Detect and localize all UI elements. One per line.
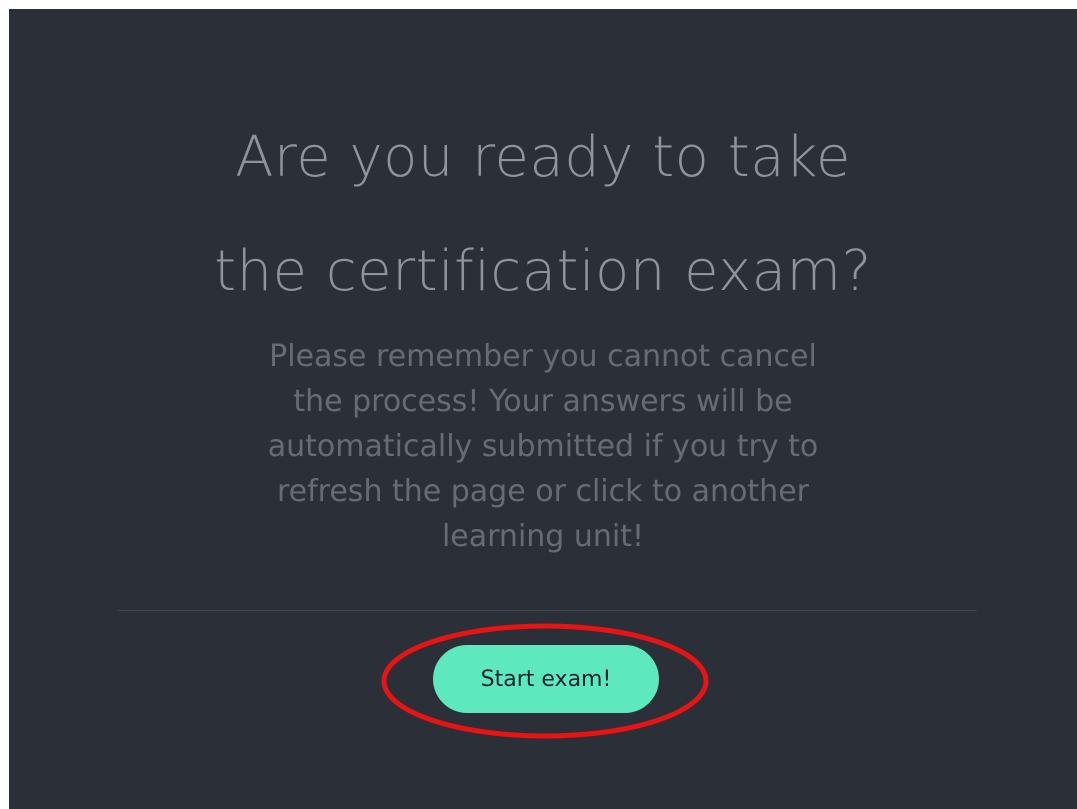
warning-message: Please remember you cannot cancel the pr…: [9, 334, 1077, 559]
message-line-4: refresh the page or click to another: [276, 474, 809, 509]
message-line-1: Please remember you cannot cancel: [269, 339, 817, 374]
page-title: Are you ready to take the certification …: [9, 101, 1077, 329]
message-line-3: automatically submitted if you try to: [267, 429, 819, 464]
message-line-5: learning unit!: [441, 519, 645, 554]
divider: [117, 610, 977, 611]
title-line-2: the certification exam?: [214, 239, 872, 304]
message-line-2: the process! Your answers will be: [293, 384, 793, 419]
start-exam-button[interactable]: Start exam!: [433, 645, 659, 713]
title-line-1: Are you ready to take: [235, 125, 851, 190]
exam-start-panel: Are you ready to take the certification …: [9, 9, 1077, 809]
